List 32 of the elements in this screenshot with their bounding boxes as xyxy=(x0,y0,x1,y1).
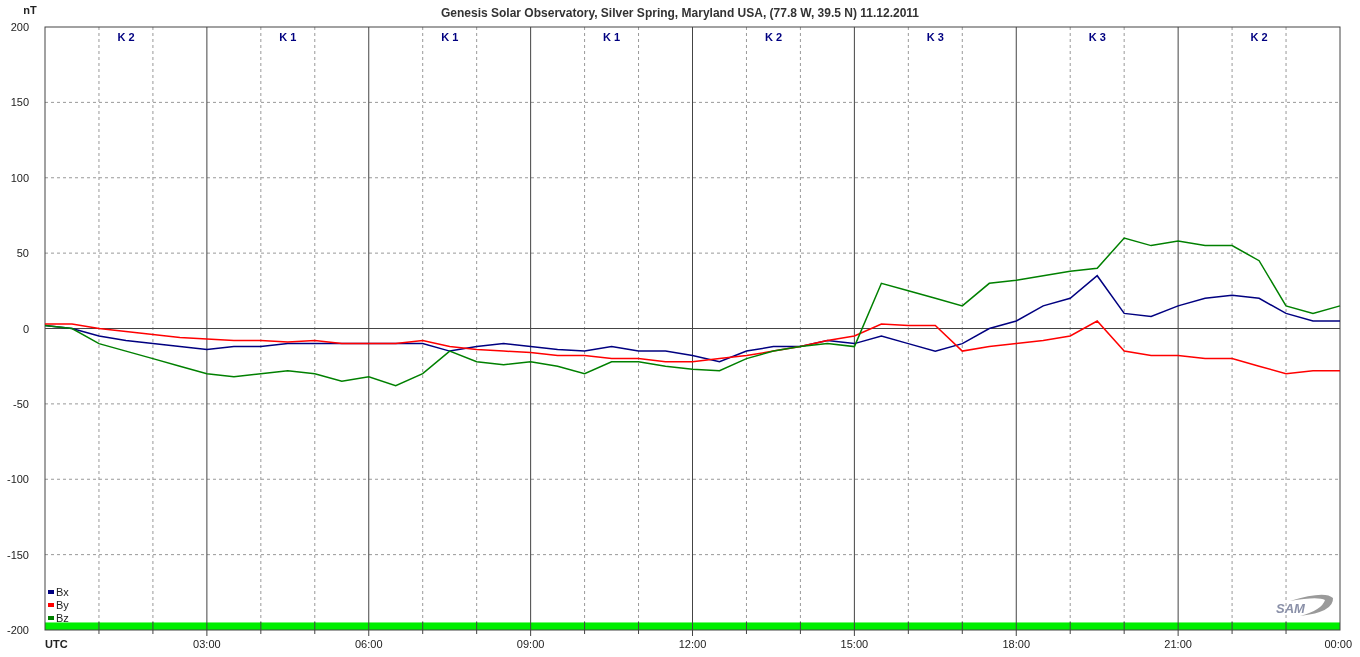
y-tick-label: 200 xyxy=(10,21,29,33)
logo-drawing: SAM xyxy=(1276,594,1333,616)
x-tick-label: 03:00 xyxy=(193,638,221,650)
chart-title: Genesis Solar Observatory, Silver Spring, Maryland USA, (77.8 W, 39.5 N) 11.12.2011 xyxy=(441,6,919,20)
k-index-label: K 1 xyxy=(279,31,297,43)
k-index-label: K 2 xyxy=(1250,31,1268,43)
y-tick-label: 100 xyxy=(10,171,29,184)
y-tick-label: -100 xyxy=(6,473,29,486)
k-index-label: K 2 xyxy=(764,31,782,43)
legend-label: Bx xyxy=(56,586,69,598)
k-index-label: K 1 xyxy=(441,31,459,43)
y-tick-label: -200 xyxy=(6,624,29,636)
k-index-label: K 2 xyxy=(117,31,135,43)
k-index-label: K 1 xyxy=(603,31,621,43)
x-tick-label: 06:00 xyxy=(355,638,383,650)
y-tick-label: -150 xyxy=(6,548,29,561)
k-index-label: K 3 xyxy=(926,31,944,43)
k-index-label: K 3 xyxy=(1088,31,1106,43)
legend-label: By xyxy=(56,599,69,611)
x-tick-label: 12:00 xyxy=(678,638,707,650)
x-tick-label: 18:00 xyxy=(1002,638,1030,650)
x-tick-label: 09:00 xyxy=(516,638,545,650)
x-tick-label: UTC xyxy=(45,638,68,650)
y-tick-label: 150 xyxy=(10,96,29,109)
x-tick-label: 00:00 xyxy=(1324,638,1352,650)
y-tick-label: 0 xyxy=(22,322,29,335)
x-tick-label: 15:00 xyxy=(840,638,869,650)
y-tick-label: -50 xyxy=(13,397,29,410)
x-tick-label: 21:00 xyxy=(1164,638,1192,650)
y-tick-label: 50 xyxy=(16,247,29,260)
axis-unit-label: nT xyxy=(23,4,37,16)
legend-label: Bz xyxy=(56,612,69,624)
